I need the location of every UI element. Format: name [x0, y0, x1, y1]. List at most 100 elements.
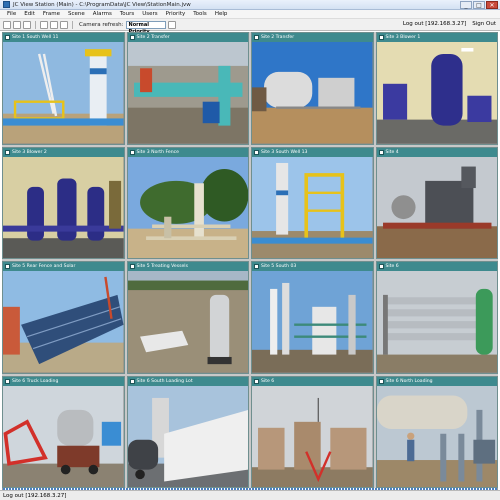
camera-header: Site 5 Treating Vessels — [127, 262, 248, 271]
app-icon — [3, 1, 10, 8]
camera-icon — [129, 264, 135, 269]
camera-icon — [378, 378, 384, 384]
camera-tile[interactable]: Site 6 South Loading Lot — [126, 375, 249, 488]
camera-label: Site 5 Treating Vessels — [136, 264, 188, 269]
camera-tile[interactable]: Site 1 South Well 11 — [2, 32, 125, 145]
camera-header: Site 6 South Loading Lot — [127, 376, 248, 386]
sign-out-link[interactable]: Sign Out — [472, 21, 496, 27]
camera-header: Site 3 Blower 1 — [376, 33, 497, 42]
menu-file[interactable]: File — [3, 11, 20, 17]
maximize-button[interactable]: □ — [473, 1, 485, 9]
camera-icon — [5, 378, 10, 384]
camera-icon — [254, 378, 259, 384]
menu-tools[interactable]: Tools — [189, 11, 211, 17]
camera-icon — [254, 264, 259, 269]
menu-bar: File Edit Frame Scene Alarms Tours Users… — [0, 10, 500, 19]
camera-header: Site 4 — [376, 147, 497, 157]
camera-tile[interactable]: Site 3 South Well 13 — [251, 146, 374, 259]
camera-label: Site 3 South Well 13 — [261, 149, 308, 155]
camera-label: Site 2 Transfer — [136, 35, 170, 40]
camera-label: Site 6 North Loading — [385, 378, 433, 384]
camera-header: Site 6 — [376, 262, 497, 271]
toolbar-divider — [72, 20, 73, 29]
camera-tile[interactable]: Site 5 Rear Fence and Solar — [2, 261, 125, 374]
camera-feed — [252, 271, 373, 373]
menu-edit[interactable]: Edit — [20, 11, 39, 17]
camera-refresh-label: Camera refresh: — [79, 21, 124, 28]
camera-feed — [252, 385, 373, 487]
camera-header: Site 5 Rear Fence and Solar — [3, 262, 124, 271]
minimize-button[interactable]: _ — [460, 1, 472, 9]
info-icon[interactable] — [167, 20, 176, 29]
camera-label: Site 5 Rear Fence and Solar — [12, 264, 76, 269]
camera-label: Site 2 Transfer — [261, 35, 295, 40]
camera-feed — [127, 385, 248, 487]
camera-icon — [5, 264, 10, 269]
camera-feed — [3, 271, 124, 373]
camera-tile[interactable]: Site 3 Blower 1 — [375, 32, 498, 145]
camera-header: Site 3 South Well 13 — [252, 147, 373, 157]
menu-users[interactable]: Users — [138, 11, 161, 17]
camera-icon — [378, 149, 384, 155]
camera-icon — [378, 264, 384, 269]
menu-scene[interactable]: Scene — [64, 11, 89, 17]
camera-tile[interactable]: Site 3 North Fence — [126, 146, 249, 259]
camera-tile[interactable]: Site 6 — [375, 261, 498, 374]
fullscreen-icon[interactable] — [23, 20, 31, 29]
camera-header: Site 6 Truck Loading — [3, 376, 124, 386]
camera-icon — [378, 35, 384, 40]
quad-view-icon[interactable] — [13, 20, 21, 29]
camera-tile[interactable]: Site 6 Truck Loading — [2, 375, 125, 488]
status-text: Log out [192.168.3.27] — [3, 492, 67, 499]
close-button[interactable]: ✕ — [486, 1, 498, 9]
camera-feed — [3, 385, 124, 487]
camera-label: Site 6 South Loading Lot — [136, 378, 193, 384]
camera-feed — [3, 42, 124, 144]
camera-label: Site 6 — [261, 378, 275, 384]
camera-tile[interactable]: Site 3 Blower 2 — [2, 146, 125, 259]
camera-label: Site 5 South 03 — [261, 264, 297, 269]
camera-feed — [127, 156, 248, 258]
camera-feed — [376, 385, 497, 487]
camera-feed — [127, 42, 248, 144]
camera-feed — [3, 156, 124, 258]
camera-label: Site 6 Truck Loading — [12, 378, 59, 384]
camera-tile[interactable]: Site 6 North Loading — [375, 375, 498, 488]
camera-feed — [376, 271, 497, 373]
camera-label: Site 3 North Fence — [136, 149, 179, 155]
menu-alarms[interactable]: Alarms — [89, 11, 116, 17]
camera-label: Site 4 — [385, 149, 399, 155]
camera-tile[interactable]: Site 6 — [251, 375, 374, 488]
camera-header: Site 1 South Well 11 — [3, 33, 124, 42]
refresh-priority-select[interactable]: Normal Priority — [125, 20, 166, 35]
camera-feed — [252, 156, 373, 258]
menu-priority[interactable]: Priority — [162, 11, 190, 17]
camera-tile[interactable]: Site 5 Treating Vessels — [126, 261, 249, 374]
camera-header: Site 5 South 03 — [252, 262, 373, 271]
camera-icon — [254, 149, 259, 155]
forward-icon[interactable] — [50, 20, 58, 29]
camera-tile[interactable]: Site 2 Transfer — [126, 32, 249, 145]
camera-icon — [129, 35, 135, 40]
menu-help[interactable]: Help — [211, 11, 232, 17]
camera-header: Site 6 — [252, 376, 373, 386]
user-session-text: Log out [192.168.3.27] — [402, 21, 467, 27]
camera-header: Site 2 Transfer — [127, 33, 248, 42]
camera-tile[interactable]: Site 5 South 03 — [251, 261, 374, 374]
menu-frame[interactable]: Frame — [39, 11, 64, 17]
toolbar: Camera refresh: Normal Priority Log out … — [0, 19, 500, 500]
camera-icon — [5, 149, 10, 155]
back-icon[interactable] — [40, 20, 48, 29]
camera-tile[interactable]: Site 2 Transfer — [251, 32, 374, 145]
camera-icon — [5, 35, 10, 40]
camera-label: Site 3 Blower 1 — [385, 35, 421, 40]
camera-icon — [254, 35, 259, 40]
menu-tours[interactable]: Tours — [116, 11, 138, 17]
camera-tile[interactable]: Site 4 — [375, 146, 498, 259]
status-bar: Log out [192.168.3.27] — [0, 490, 500, 500]
window-title: JC View Station (Main) - C:\ProgramData\… — [13, 1, 191, 8]
snapshot-icon[interactable] — [60, 20, 68, 29]
camera-header: Site 3 Blower 2 — [3, 147, 124, 157]
camera-label: Site 1 South Well 11 — [12, 35, 59, 40]
single-view-icon[interactable] — [3, 20, 11, 29]
